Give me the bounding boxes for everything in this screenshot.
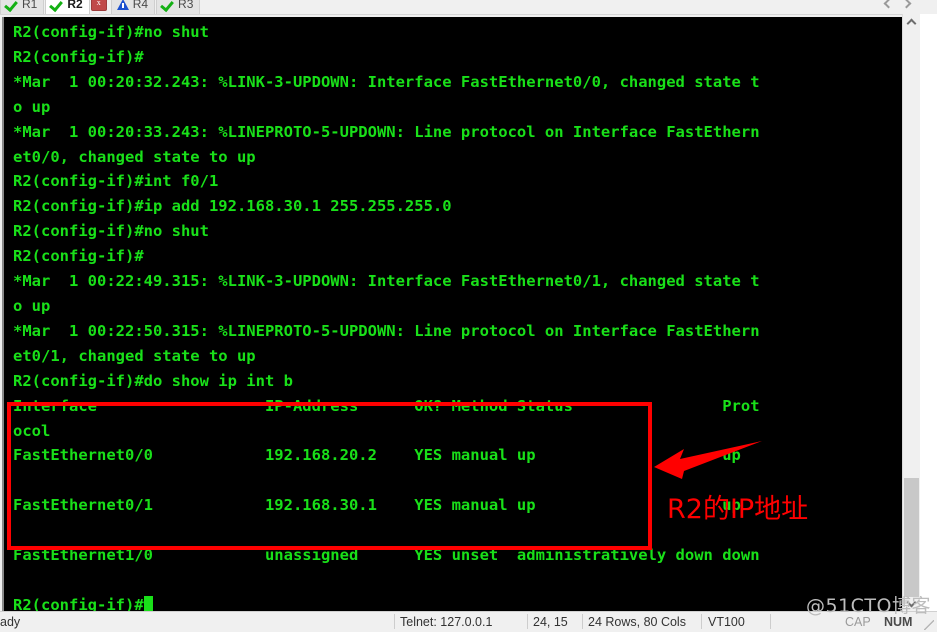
blue-warning-icon	[116, 0, 130, 11]
terminal-line: *Mar 1 00:20:33.243: %LINEPROTO-5-UPDOWN…	[13, 122, 760, 141]
tab-nav-controls	[884, 0, 911, 14]
terminal-line: R2(config-if)#	[13, 593, 760, 611]
session-tab-bar: R1 R2 x R4 R3	[0, 0, 937, 15]
status-divider	[527, 614, 528, 629]
scroll-up-icon[interactable]	[903, 14, 920, 31]
terminal-cursor	[143, 595, 153, 611]
close-icon[interactable]: x	[90, 0, 107, 11]
terminal-text: R2(config-if)#no shut R2(config-if)# *Mar …	[13, 20, 760, 611]
status-ready: ady	[0, 615, 21, 629]
tab-r1[interactable]: R1	[0, 0, 45, 14]
terminal-line: o up	[13, 296, 51, 315]
status-divider	[701, 614, 702, 629]
terminal-line: R2(config-if)#no shut	[13, 222, 209, 241]
terminal-line: et0/0, changed state to up	[13, 147, 256, 166]
tab-label: R4	[132, 0, 149, 11]
status-emulation: VT100	[708, 615, 745, 629]
terminal-line: FastEthernet1/0 unassigned YES unset adm…	[13, 546, 760, 565]
terminal-line: R2(config-if)#int f0/1	[13, 172, 219, 191]
tab-r4[interactable]: R4	[110, 0, 156, 14]
terminal-line: R2(config-if)#do show ip int b	[13, 371, 293, 390]
session-tabs: R1 R2 x R4 R3	[0, 0, 201, 14]
annotation-label: R2的IP地址	[667, 494, 809, 525]
terminal-line: *Mar 1 00:22:49.315: %LINK-3-UPDOWN: Int…	[13, 272, 760, 291]
terminal-frame: R2(config-if)#no shut R2(config-if)# *Mar …	[0, 14, 903, 612]
status-bar: ady Telnet: 127.0.0.1 24, 15 24 Rows, 80…	[0, 611, 937, 632]
resize-grip[interactable]	[924, 620, 934, 630]
annotation-arrow-icon	[654, 441, 762, 479]
status-screen-size: 24 Rows, 80 Cols	[588, 615, 686, 629]
terminal-line: R2(config-if)#	[13, 247, 144, 266]
terminal-line: *Mar 1 00:22:50.315: %LINEPROTO-5-UPDOWN…	[13, 321, 760, 340]
window-right-margin	[920, 14, 937, 612]
terminal-line: o up	[13, 97, 51, 116]
scrollbar-thumb[interactable]	[904, 478, 919, 597]
status-divider	[770, 614, 771, 629]
terminal-line: R2(config-if)#ip add 192.168.30.1 255.25…	[13, 197, 452, 216]
green-check-icon	[162, 0, 175, 11]
green-check-icon	[51, 0, 64, 11]
terminal-line: *Mar 1 00:20:32.243: %LINK-3-UPDOWN: Int…	[13, 72, 760, 91]
terminal-line: R2(config-if)#	[13, 47, 144, 66]
tab-r2[interactable]: R2	[45, 0, 90, 14]
tab-label: R1	[22, 0, 38, 11]
status-connection: Telnet: 127.0.0.1	[400, 615, 493, 629]
terminal-line: FastEthernet0/1 192.168.30.1 YES manual …	[13, 496, 741, 515]
chevron-left-icon[interactable]	[884, 0, 893, 10]
terminal-line: Interface IP-Address OK? Method Status P…	[13, 396, 760, 415]
chevron-right-icon[interactable]	[902, 0, 911, 10]
vertical-scrollbar[interactable]	[902, 14, 920, 612]
green-check-icon	[6, 0, 19, 11]
terminal-line: ocol	[13, 421, 51, 440]
status-divider	[582, 614, 583, 629]
watermark: @51CTO博客	[805, 595, 931, 617]
status-cursor-position: 24, 15	[533, 615, 568, 629]
terminal-line: R2(config-if)#no shut	[13, 23, 209, 41]
status-divider	[394, 614, 395, 629]
terminal-screen[interactable]: R2(config-if)#no shut R2(config-if)# *Mar …	[2, 17, 903, 611]
telnet-client-window: R1 R2 x R4 R3 R2(config-if)#no shut R2(c…	[0, 0, 937, 632]
tab-label: R2	[67, 0, 83, 11]
terminal-line: FastEthernet0/0 192.168.20.2 YES manual …	[13, 446, 741, 465]
tab-r3[interactable]: R3	[156, 0, 201, 14]
tab-label: R3	[178, 0, 194, 11]
terminal-line: et0/1, changed state to up	[13, 346, 256, 365]
